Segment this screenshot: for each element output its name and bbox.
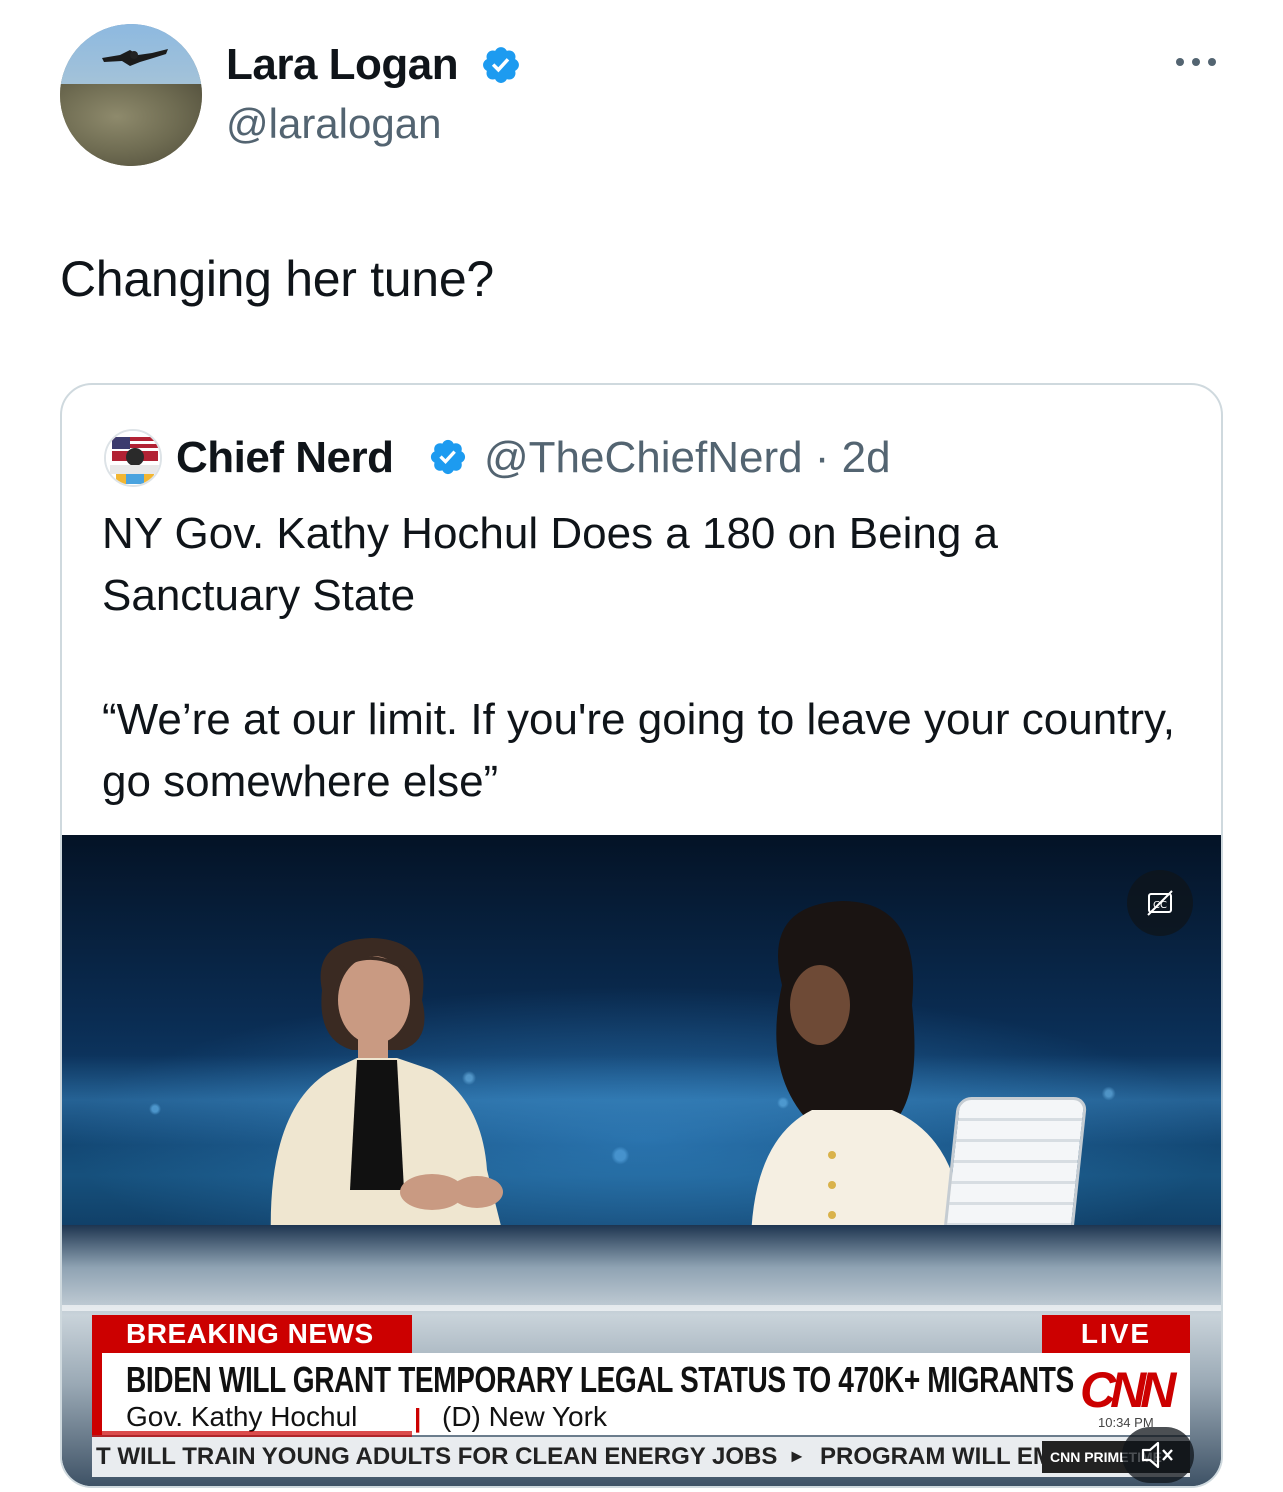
quoted-author-avatar[interactable] [104, 429, 162, 487]
news-ticker: T WILL TRAIN YOUNG ADULTS FOR CLEAN ENER… [92, 1437, 1190, 1477]
captions-button[interactable]: CC [1127, 870, 1193, 936]
ticker-arrow-icon: ► [788, 1446, 806, 1466]
tweet-text: Changing her tune? [60, 251, 494, 307]
verified-badge-icon[interactable] [480, 44, 522, 86]
quoted-tweet[interactable]: Chief Nerd @TheChiefNerd · 2d NY Gov. Ka… [60, 383, 1223, 1488]
ticker-text-right: PROGRAM WILL EM [820, 1443, 1053, 1470]
avatar-ground [60, 83, 202, 166]
author-avatar[interactable] [60, 24, 202, 166]
guest-figure [270, 938, 503, 1260]
chyron-headline: BIDEN WILL GRANT TEMPORARY LEGAL STATUS … [126, 1359, 1074, 1400]
author-name[interactable]: Lara Logan [226, 40, 459, 90]
quoted-author-handle[interactable]: @TheChiefNerd · 2d [484, 433, 891, 483]
mute-button[interactable] [1122, 1427, 1194, 1483]
quoted-verified-badge-icon[interactable] [428, 437, 468, 477]
desk-edge [62, 1305, 1221, 1311]
video-player[interactable]: CC BREAKING NEWS LIVE BIDEN WILL GRANT T… [62, 835, 1221, 1486]
ticker-text-left: T WILL TRAIN YOUNG ADULTS FOR CLEAN ENER… [96, 1443, 778, 1470]
breaking-news-label: BREAKING NEWS [92, 1315, 412, 1353]
quoted-author-name[interactable]: Chief Nerd [176, 433, 394, 483]
chyron-guest-party: (D) New York [442, 1401, 607, 1432]
chief-nerd-logo-icon [106, 431, 160, 485]
quoted-tweet-text: NY Gov. Kathy Hochul Does a 180 on Being… [102, 509, 1176, 806]
more-options-icon[interactable] [1172, 52, 1220, 72]
author-handle[interactable]: @laralogan [226, 100, 441, 148]
chyron-guest-name: Gov. Kathy Hochul [126, 1401, 358, 1432]
cnn-logo: CNN [1080, 1362, 1176, 1418]
news-chyron: BIDEN WILL GRANT TEMPORARY LEGAL STATUS … [92, 1353, 1190, 1435]
chyron-separator: | [414, 1403, 422, 1433]
volume-muted-icon [1141, 1441, 1173, 1469]
skydiver-icon [102, 49, 168, 66]
chyron-accent-bar [92, 1353, 102, 1435]
captions-off-icon: CC [1147, 890, 1173, 916]
live-label: LIVE [1042, 1315, 1190, 1353]
